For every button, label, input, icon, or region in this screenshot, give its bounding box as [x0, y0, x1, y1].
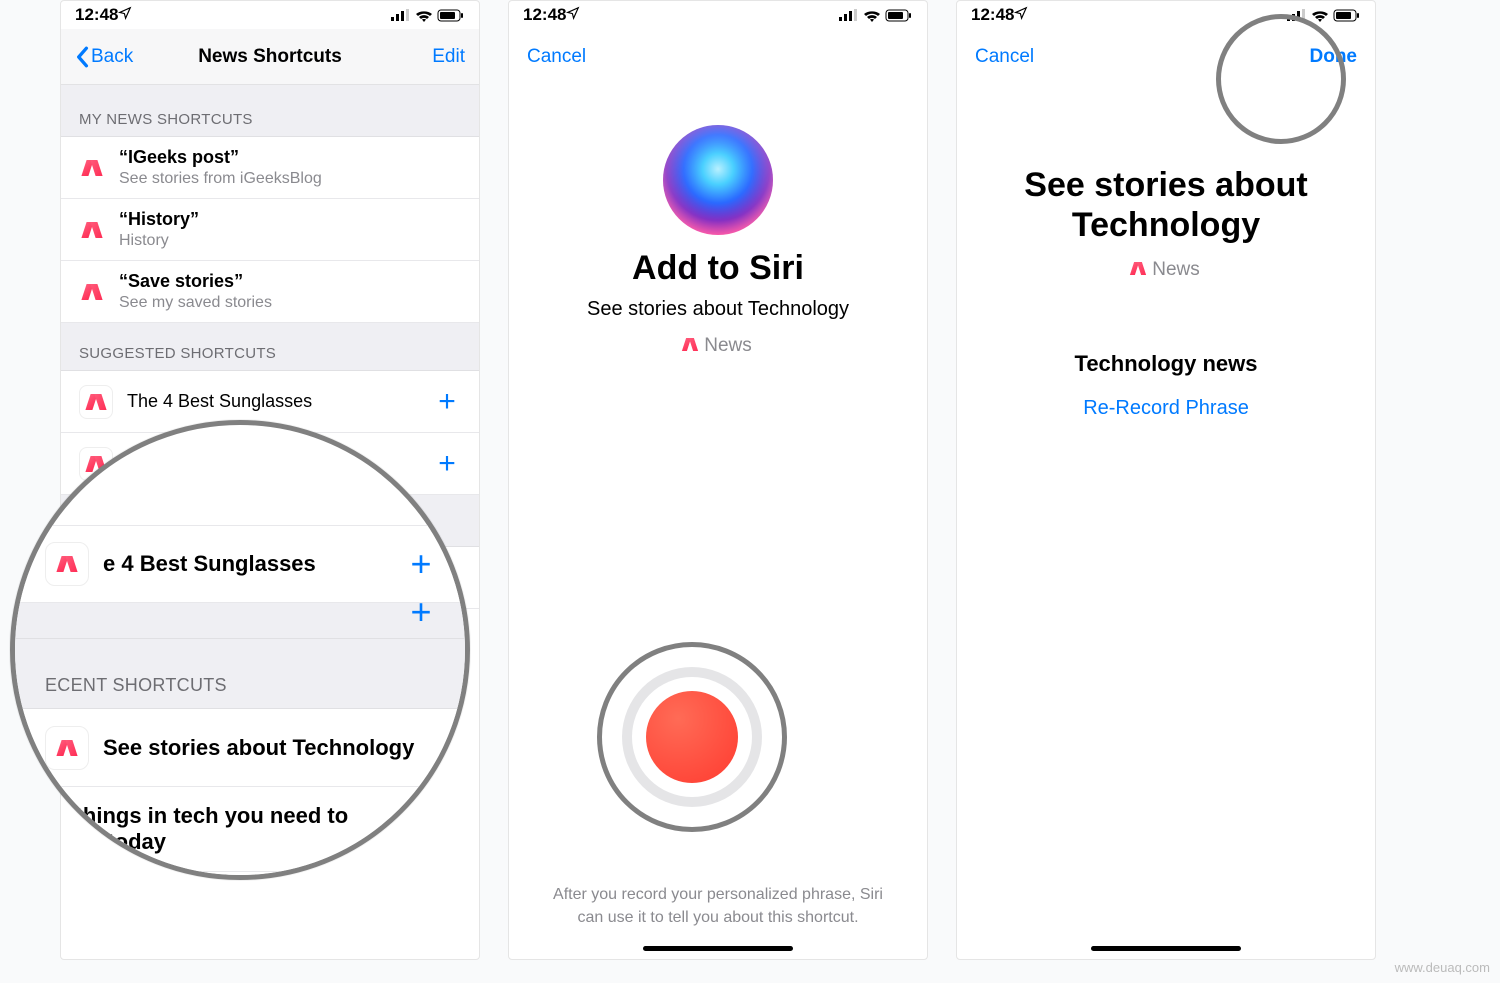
status-time: 12:48 [971, 5, 1014, 25]
shortcut-title: “IGeeks post” [119, 147, 461, 168]
section-my-shortcuts: MY NEWS SHORTCUTS [61, 85, 479, 137]
signal-icon [391, 9, 411, 21]
suggested-row-zoom[interactable]: e 4 Best Sunglasses + [15, 525, 465, 603]
location-icon [118, 5, 132, 25]
status-icons [839, 9, 913, 22]
status-time: 12:48 [523, 5, 566, 25]
add-button[interactable]: + [433, 449, 461, 479]
shortcut-subtitle: History [119, 232, 461, 250]
nav-title: News Shortcuts [145, 46, 395, 68]
status-time: 12:48 [75, 5, 118, 25]
shortcut-title: “History” [119, 209, 461, 230]
record-button[interactable] [622, 667, 762, 807]
shortcut-row[interactable]: “IGeeks post” See stories from iGeeksBlo… [61, 137, 479, 199]
shortcut-row[interactable]: “Save stories” See my saved stories [61, 261, 479, 323]
record-hint: After you record your personalized phras… [509, 884, 927, 929]
shortcut-heading: See stories about Technology [957, 165, 1375, 245]
shortcut-title: “Save stories” [119, 271, 461, 292]
cancel-button[interactable]: Cancel [527, 46, 586, 68]
shortcut-subtitle: See my saved stories [119, 294, 461, 312]
add-button[interactable]: + [407, 546, 435, 582]
status-bar: 12:48 [61, 1, 479, 29]
wifi-icon [415, 9, 433, 22]
section-suggested: SUGGESTED SHORTCUTS [61, 323, 479, 371]
re-record-button[interactable]: Re-Record Phrase [957, 397, 1375, 420]
location-icon [1014, 5, 1028, 25]
home-indicator[interactable] [1091, 946, 1241, 951]
app-name: News [1152, 259, 1200, 281]
watermark: www.deuaq.com [1395, 960, 1490, 975]
siri-icon [663, 125, 773, 235]
location-icon [566, 5, 580, 25]
signal-icon [839, 9, 859, 21]
magnifier-record-button [597, 642, 787, 832]
back-label: Back [91, 46, 133, 68]
screen-recorded-phrase: 12:48 Cancel Done See stories about Tech… [956, 0, 1376, 960]
shortcut-subtitle: See stories from iGeeksBlog [119, 170, 461, 188]
app-source: News [509, 335, 927, 357]
magnifier-recent-shortcuts: e 4 Best Sunglasses + + ECENT SHORTCUTS … [10, 420, 470, 880]
app-name: News [704, 335, 752, 357]
shortcut-row[interactable]: “History” History [61, 199, 479, 261]
record-icon [646, 691, 738, 783]
shortcut-description: See stories about Technology [509, 298, 927, 321]
spacer-zoom: + [15, 603, 465, 639]
news-icon [79, 155, 105, 181]
news-icon [79, 217, 105, 243]
battery-icon [1333, 9, 1361, 22]
news-icon [45, 542, 89, 586]
battery-icon [885, 9, 913, 22]
magnifier-done-button [1216, 14, 1346, 144]
news-icon [79, 385, 113, 419]
add-to-siri-title: Add to Siri [509, 249, 927, 288]
wifi-icon [1311, 9, 1329, 22]
back-button[interactable]: Back [75, 46, 145, 68]
section-recent-zoom: ECENT SHORTCUTS [15, 639, 465, 709]
battery-icon [437, 9, 465, 22]
suggested-title: e 4 Best Sunglasses [103, 551, 393, 577]
news-icon [684, 335, 696, 357]
status-icons [391, 9, 465, 22]
suggested-title: The 4 Best Sunglasses [127, 391, 419, 412]
news-icon [45, 726, 89, 770]
home-indicator[interactable] [643, 946, 793, 951]
recorded-phrase: Technology news [957, 351, 1375, 377]
chevron-left-icon [75, 46, 89, 68]
news-icon [1132, 259, 1144, 281]
app-source: News [957, 259, 1375, 281]
status-bar: 12:48 [509, 1, 927, 29]
wifi-icon [863, 9, 881, 22]
cancel-button[interactable]: Cancel [975, 46, 1034, 68]
nav-bar: Cancel [509, 29, 927, 85]
edit-button[interactable]: Edit [395, 46, 465, 68]
nav-bar: Back News Shortcuts Edit [61, 29, 479, 85]
recent-row-zoom[interactable]: See stories about Technology [15, 709, 465, 787]
add-button[interactable]: + [433, 387, 461, 417]
recent-title: See stories about Technology [103, 735, 435, 761]
news-icon [79, 279, 105, 305]
add-button[interactable]: + [407, 594, 435, 630]
